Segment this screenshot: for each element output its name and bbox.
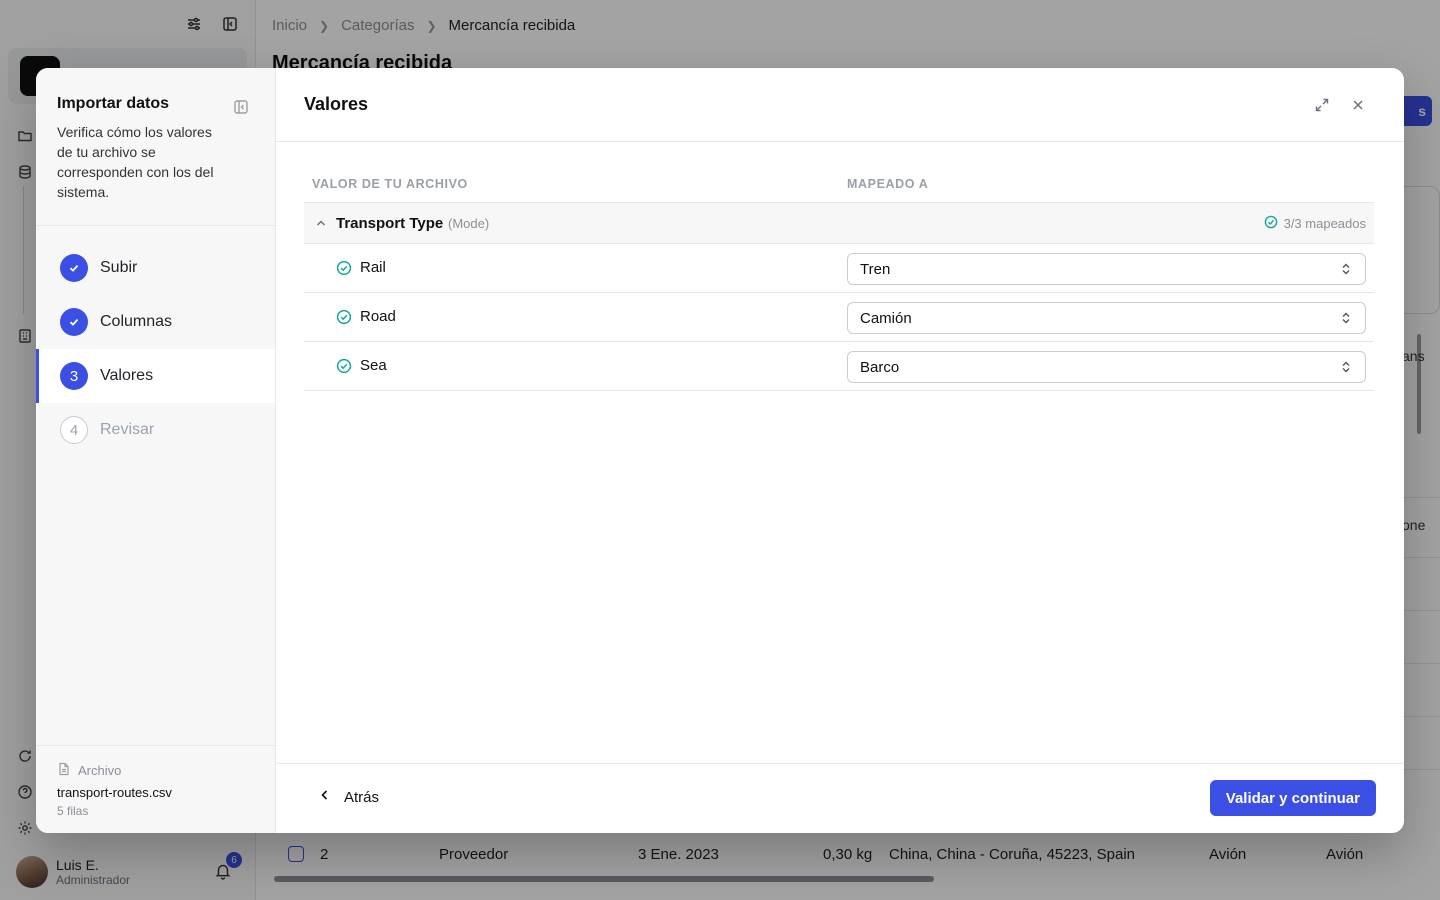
source-value: Road: [360, 308, 396, 325]
step-review[interactable]: 4 Revisar: [36, 403, 275, 457]
wizard-description: Verifica cómo los valores de tu archivo …: [57, 124, 214, 200]
table-row: Road Camión: [304, 293, 1374, 342]
step-upload[interactable]: Subir: [36, 241, 275, 295]
chevron-up-down-icon: [1339, 311, 1353, 325]
check-circle-icon: [1264, 215, 1278, 232]
select-value: Tren: [860, 260, 891, 278]
source-value: Sea: [360, 357, 387, 374]
select-value: Barco: [860, 358, 900, 376]
check-icon: [60, 308, 88, 336]
value-mapping-table: VALOR DE TU ARCHIVO MAPEADO A Transport …: [304, 168, 1374, 391]
group-status-text: 3/3 mapeados: [1283, 216, 1366, 231]
table-row: Rail Tren: [304, 244, 1374, 293]
step-number: 4: [60, 416, 88, 444]
step-label: Valores: [100, 367, 154, 384]
check-circle-icon: [336, 260, 352, 276]
check-circle-icon: [336, 309, 352, 325]
file-label: Archivo: [57, 762, 254, 779]
group-field: (Mode): [448, 216, 490, 231]
file-label-text: Archivo: [78, 763, 122, 778]
check-circle-icon: [336, 358, 352, 374]
chevron-left-icon: [318, 788, 332, 806]
target-select[interactable]: Barco: [847, 351, 1366, 383]
file-row-count: 5 filas: [57, 804, 89, 818]
wizard-sidebar: Importar datos Verifica cómo los valores…: [36, 68, 276, 833]
file-info: Archivo transport-routes.csv 5 filas: [36, 745, 275, 833]
validate-continue-button[interactable]: Validar y continuar: [1209, 780, 1376, 816]
file-name: transport-routes.csv: [57, 785, 172, 800]
wizard-title: Importar datos: [57, 95, 170, 112]
step-columns[interactable]: Columnas: [36, 295, 275, 349]
file-icon: [57, 762, 71, 779]
group-status: 3/3 mapeados: [1264, 215, 1366, 232]
collapse-panel-icon[interactable]: [233, 99, 249, 115]
wizard-header: Importar datos Verifica cómo los valores…: [36, 68, 275, 226]
mapping-group[interactable]: Transport Type (Mode) 3/3 mapeados: [304, 203, 1374, 244]
import-dialog: Importar datos Verifica cómo los valores…: [36, 68, 1404, 833]
chevron-up-down-icon: [1339, 262, 1353, 276]
step-label: Revisar: [100, 421, 155, 438]
back-button[interactable]: Atrás: [318, 788, 379, 806]
table-header: VALOR DE TU ARCHIVO MAPEADO A: [304, 168, 1374, 203]
chevron-up-down-icon: [1339, 360, 1353, 374]
select-value: Camión: [860, 309, 912, 327]
column-header-target: MAPEADO A: [847, 177, 929, 191]
wizard-steps: Subir Columnas 3 Valores 4 Revisar: [36, 226, 275, 457]
target-select[interactable]: Tren: [847, 253, 1366, 285]
expand-icon[interactable]: [1313, 96, 1331, 114]
step-label: Subir: [100, 259, 138, 276]
step-number: 3: [60, 362, 88, 390]
content-header: Valores: [276, 68, 1404, 142]
wizard-footer: Atrás Validar y continuar: [276, 763, 1404, 833]
content-title: Valores: [304, 94, 369, 114]
column-header-source: VALOR DE TU ARCHIVO: [312, 177, 468, 191]
wizard-content: Valores VALOR DE TU ARCHIVO MAPEADO A Tr…: [276, 68, 1404, 833]
back-label: Atrás: [344, 788, 380, 806]
table-row: Sea Barco: [304, 342, 1374, 391]
step-values[interactable]: 3 Valores: [36, 349, 275, 403]
step-label: Columnas: [100, 313, 173, 330]
target-select[interactable]: Camión: [847, 302, 1366, 334]
group-name: Transport Type: [336, 215, 444, 232]
source-value: Rail: [360, 259, 386, 276]
close-icon[interactable]: [1349, 96, 1367, 114]
check-icon: [60, 254, 88, 282]
chevron-up-icon[interactable]: [314, 216, 328, 230]
